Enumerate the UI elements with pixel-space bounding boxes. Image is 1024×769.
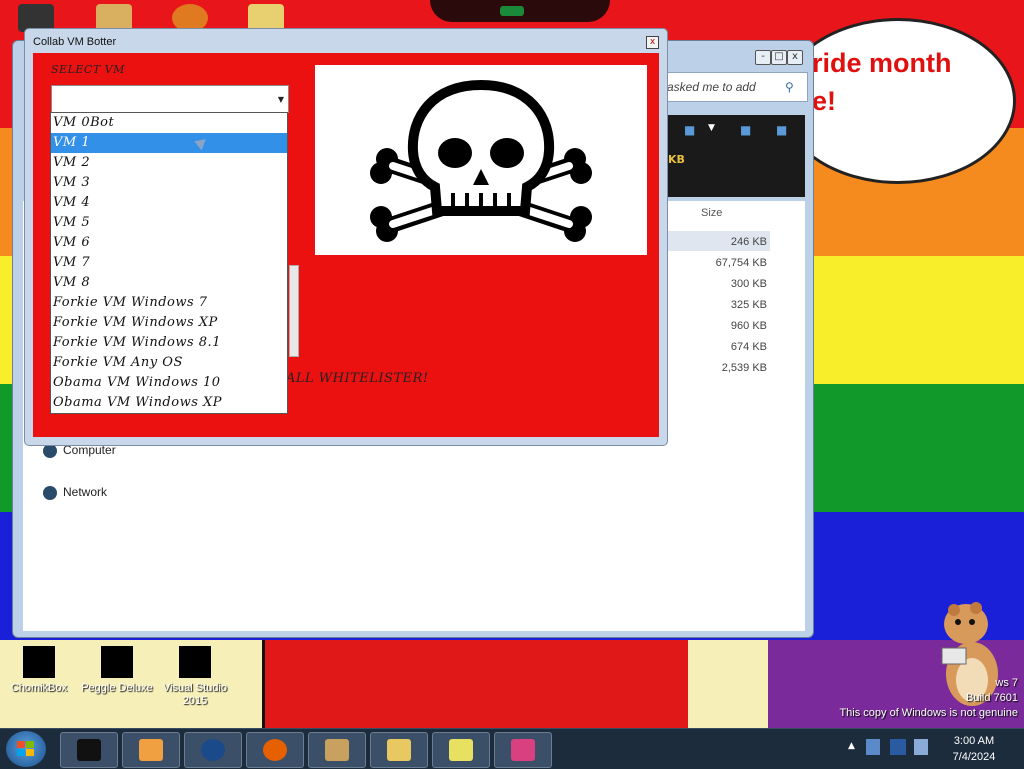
- bubble-text: ride month e!: [812, 44, 952, 120]
- view-icon[interactable]: ■: [776, 123, 787, 137]
- desktop-icon-visual-studio[interactable]: Visual Studio 2015: [158, 640, 232, 708]
- taskbar-app-paint[interactable]: [494, 732, 552, 768]
- taskbar-app-vm[interactable]: [60, 732, 118, 768]
- nav-label: Network: [63, 485, 108, 499]
- chevron-down-icon[interactable]: ▼: [708, 123, 715, 133]
- folder-icon[interactable]: ■: [740, 123, 751, 137]
- vm-option[interactable]: VM 4: [51, 193, 287, 213]
- whitelister-label: ALL WHITELISTER!: [286, 371, 429, 386]
- skull-image: [315, 65, 647, 255]
- desktop-icon-label: Peggle Deluxe: [81, 682, 153, 694]
- toolbar-fragment: KB: [668, 153, 685, 166]
- display-tray-icon[interactable]: [890, 739, 906, 755]
- desktop-icon-peggle[interactable]: Peggle Deluxe: [80, 640, 154, 695]
- vm-select-combobox[interactable]: ▼: [51, 85, 289, 113]
- vm-option[interactable]: Obama VM Windows 10: [51, 373, 287, 393]
- close-button[interactable]: x: [646, 36, 659, 49]
- paint-icon: [511, 739, 535, 761]
- taskbar-app-firefox[interactable]: [246, 732, 304, 768]
- folder-icon: [387, 739, 411, 761]
- clock-date: 7/4/2024: [952, 751, 996, 763]
- taskbar-app-explorer[interactable]: [370, 732, 428, 768]
- size-cell: 325 KB: [730, 299, 767, 311]
- watermark-line-1: ws 7: [995, 677, 1018, 689]
- watermark-line-3: This copy of Windows is not genuine: [839, 707, 1018, 719]
- desktop-icon-chomikbox[interactable]: ChomikBox: [2, 640, 76, 695]
- vm-option[interactable]: VM 2: [51, 153, 287, 173]
- bubble-line-1: ride month: [812, 48, 952, 78]
- network-icon: [43, 485, 57, 500]
- vm-option[interactable]: VM 3: [51, 173, 287, 193]
- size-cell: 67,754 KB: [715, 257, 767, 269]
- chomikbox-icon: [325, 739, 349, 761]
- search-icon: ⚲: [785, 80, 794, 94]
- clock-time: 3:00 AM: [953, 735, 995, 747]
- start-button[interactable]: [6, 731, 46, 767]
- size-cell: 2,539 KB: [721, 362, 767, 374]
- select-vm-label: SELECT VM: [51, 63, 125, 76]
- clock[interactable]: 3:00 AM 7/4/2024: [940, 733, 1008, 765]
- vm-option[interactable]: Forkie VM Windows XP: [51, 313, 287, 333]
- window-title: Collab VM Botter: [33, 36, 117, 48]
- scrollbar[interactable]: [289, 265, 299, 357]
- search-placeholder: asked me to add: [667, 80, 756, 94]
- vm-option[interactable]: VM 6: [51, 233, 287, 253]
- globe-icon: [201, 739, 225, 761]
- bottom-art-center: [262, 640, 694, 728]
- nav-item-network[interactable]: Network: [43, 485, 107, 500]
- search-input[interactable]: asked me to add ⚲: [656, 72, 808, 102]
- checklist-icon: [449, 739, 473, 761]
- network-tray-icon[interactable]: [866, 739, 880, 755]
- size-cell: 960 KB: [730, 320, 767, 332]
- vm-option[interactable]: VM 0Bot: [51, 113, 287, 133]
- vm-option[interactable]: VM 1: [51, 133, 287, 153]
- watermark-line-2: Build 7601: [966, 692, 1018, 704]
- desktop-icon-label: ChomikBox: [10, 682, 68, 694]
- chomikbox-icon: [23, 646, 55, 678]
- media-player-icon: [139, 739, 163, 761]
- taskbar: ▲ 3:00 AM 7/4/2024: [0, 728, 1024, 769]
- size-cell: 300 KB: [730, 278, 767, 290]
- vm-option[interactable]: VM 8: [51, 273, 287, 293]
- chevron-down-icon[interactable]: ▼: [278, 95, 284, 104]
- vm-option[interactable]: Obama VM Windows XP: [51, 393, 287, 413]
- peggle-icon: [101, 646, 133, 678]
- close-button[interactable]: x: [787, 50, 803, 65]
- vm-option[interactable]: Forkie VM Windows 7: [51, 293, 287, 313]
- skull-crossbones-icon: [370, 79, 592, 242]
- genuine-watermark: ws 7 Build 7601 This copy of Windows is …: [822, 676, 1018, 721]
- vm-option[interactable]: VM 5: [51, 213, 287, 233]
- size-cell: 674 KB: [730, 341, 767, 353]
- firefox-icon: [263, 739, 287, 761]
- vm-icon: [77, 739, 101, 761]
- chevron-up-icon[interactable]: ▲: [848, 741, 855, 751]
- vm-dropdown-list[interactable]: VM 0Bot VM 1 VM 2 VM 3 VM 4 VM 5 VM 6 VM 7 VM 8F…: [50, 112, 288, 414]
- vm-option[interactable]: Forkie VM Windows 8.1: [51, 333, 287, 353]
- visual-studio-icon: [179, 646, 211, 678]
- windows-logo-icon: [17, 741, 34, 756]
- size-cell: 246 KB: [730, 236, 767, 248]
- taskbar-app-globe[interactable]: [184, 732, 242, 768]
- size-column-header[interactable]: Size: [701, 207, 722, 219]
- taskbar-app-checklist[interactable]: [432, 732, 490, 768]
- folder-icon[interactable]: ■: [684, 123, 695, 137]
- bubble-line-2: e!: [812, 86, 837, 116]
- desktop-icon-label: Visual Studio 2015: [162, 682, 227, 707]
- vm-option[interactable]: VM 7: [51, 253, 287, 273]
- bottom-art-right: [688, 640, 768, 728]
- green-gem-icon: [500, 6, 524, 16]
- maximize-button[interactable]: □: [771, 50, 787, 65]
- vm-option[interactable]: Forkie VM Any OS: [51, 353, 287, 373]
- explorer-toolbar[interactable]: ■ ▼ ■ ■ KB: [668, 115, 805, 197]
- minimize-button[interactable]: -: [755, 50, 771, 65]
- taskbar-app-chomikbox[interactable]: [308, 732, 366, 768]
- taskbar-app-media-player[interactable]: [122, 732, 180, 768]
- volume-icon[interactable]: [914, 739, 928, 755]
